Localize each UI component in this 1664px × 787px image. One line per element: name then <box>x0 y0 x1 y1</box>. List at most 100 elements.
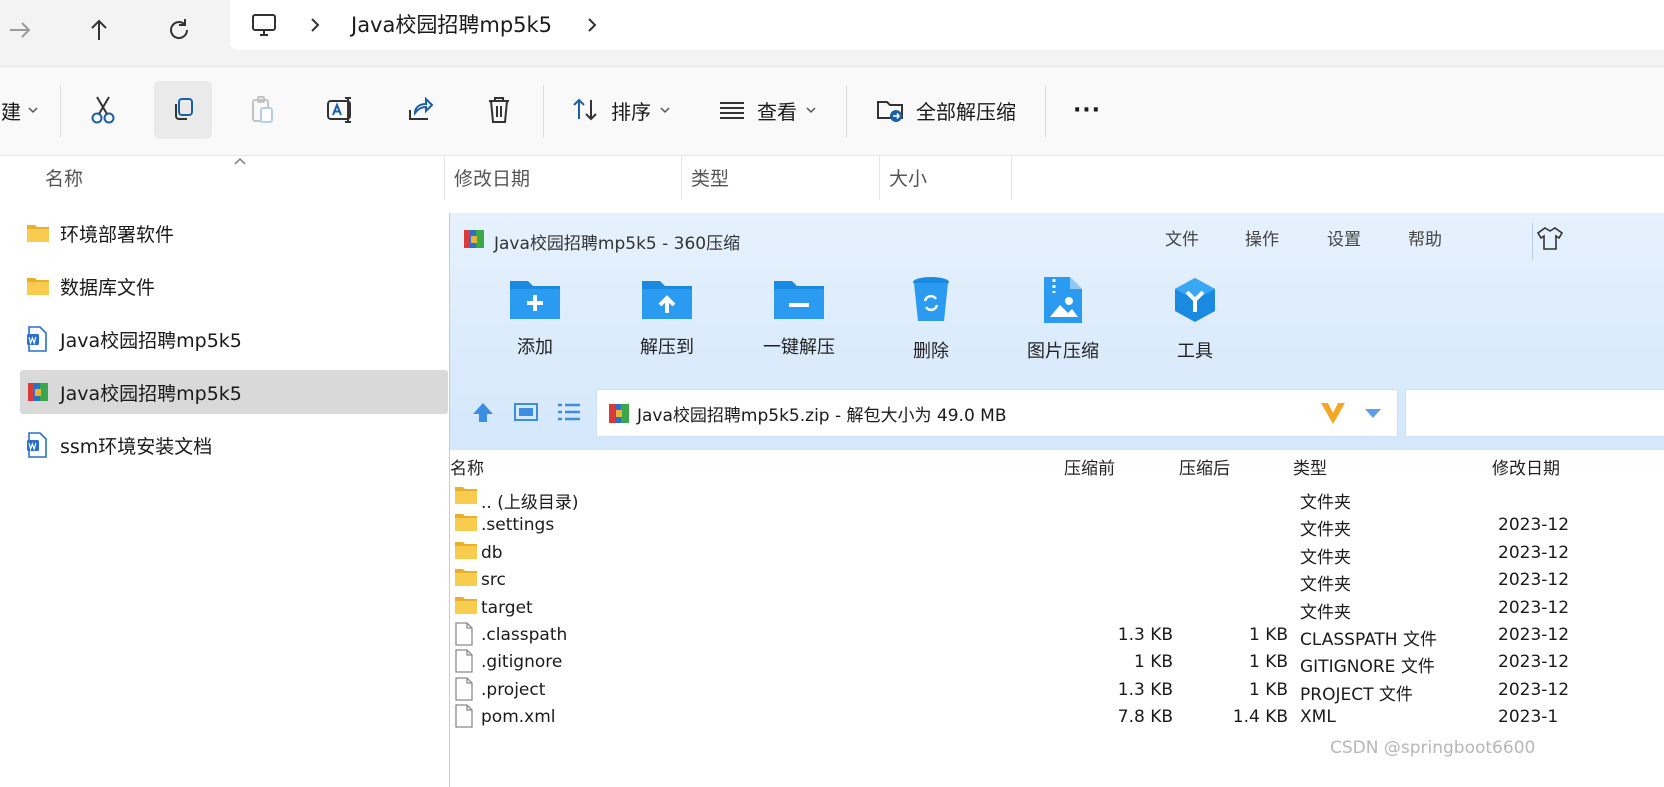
menu-help[interactable]: 帮助 <box>1408 225 1442 250</box>
zip-delete-button[interactable]: 删除 <box>881 275 981 363</box>
one-click-extract-button[interactable]: 一键解压 <box>749 275 849 359</box>
scissors-icon <box>91 96 115 124</box>
extract-to-label: 解压到 <box>640 337 694 358</box>
delete-button[interactable] <box>470 81 528 139</box>
arrow-up-icon <box>91 19 107 40</box>
zip-col-name[interactable]: 名称 <box>450 454 484 479</box>
zip-title: Java校园招聘mp5k5 - 360压缩 <box>494 234 741 254</box>
file-icon <box>454 677 474 706</box>
chevron-down-icon <box>28 107 38 114</box>
zip-row-date: 2023-12 <box>1498 679 1570 700</box>
new-button[interactable]: 建 <box>0 81 40 139</box>
zip-col-before[interactable]: 压缩前 <box>1064 454 1115 479</box>
zip-row[interactable]: pom.xml 7.8 KB 1.4 KB XML 2023-1 <box>450 704 1664 731</box>
zip-row-date: 2023-12 <box>1498 652 1570 673</box>
zip-row[interactable]: .settings 文件夹 2023-12 <box>450 512 1664 540</box>
tools-cube-icon <box>1175 278 1215 322</box>
clipboard-icon <box>252 96 273 123</box>
menu-file[interactable]: 文件 <box>1165 225 1199 250</box>
address-bar: Java校园招聘mp5k5 <box>0 0 1664 67</box>
col-name[interactable]: 名称 <box>45 156 83 202</box>
image-file-icon <box>1044 277 1082 323</box>
zip-archive-icon <box>609 404 629 423</box>
zip-header: Java校园招聘mp5k5 - 360压缩 文件 操作 设置 帮助 添加 解压到… <box>450 213 1664 450</box>
zip-row-before: 7.8 KB <box>1117 707 1173 728</box>
add-button[interactable]: 添加 <box>485 275 585 359</box>
file-icon <box>454 649 474 678</box>
word-doc-icon <box>26 432 52 458</box>
file-name: ssm环境安装文档 <box>60 435 213 458</box>
folder-icon <box>454 485 478 510</box>
chevron-down-icon <box>660 107 670 114</box>
zip-row[interactable]: .gitignore 1 KB 1 KB GITIGNORE 文件 2023-12 <box>450 649 1664 678</box>
zip-col-date[interactable]: 修改日期 <box>1492 454 1560 479</box>
zip-archive-icon <box>464 230 484 248</box>
zip-path-text: Java校园招聘mp5k5.zip - 解包大小为 49.0 MB <box>637 405 1007 426</box>
folder-icon <box>454 595 478 620</box>
zip-row-date: 2023-1 <box>1498 707 1559 728</box>
zip-path-box[interactable]: Java校园招聘mp5k5.zip - 解包大小为 49.0 MB <box>596 389 1398 437</box>
sort-icon <box>573 98 597 121</box>
zip-col-after[interactable]: 压缩后 <box>1179 454 1230 479</box>
zip-row[interactable]: .project 1.3 KB 1 KB PROJECT 文件 2023-12 <box>450 677 1664 706</box>
command-bar: 建 排序 查看 全部解压缩 ··· <box>0 67 1664 156</box>
zip-row-name: pom.xml <box>481 707 556 728</box>
image-compress-button[interactable]: 图片压缩 <box>1013 275 1113 363</box>
col-modified[interactable]: 修改日期 <box>454 156 530 202</box>
one-click-extract-label: 一键解压 <box>763 337 835 358</box>
zip-row-type: 文件夹 <box>1300 493 1351 513</box>
more-button[interactable]: ··· <box>1060 81 1114 139</box>
file-row[interactable]: Java校园招聘mp5k5 <box>20 317 448 361</box>
zip-row[interactable]: src 文件夹 2023-12 <box>450 567 1664 595</box>
zip-delete-label: 删除 <box>913 341 949 362</box>
rename-button[interactable] <box>312 81 370 139</box>
thumbnail-view-icon <box>514 403 538 421</box>
breadcrumb-folder[interactable]: Java校园招聘mp5k5 <box>351 0 552 50</box>
extract-all-button[interactable]: 全部解压缩 <box>870 81 1022 139</box>
file-row[interactable]: 环境部署软件 <box>20 211 448 255</box>
col-type[interactable]: 类型 <box>691 156 729 202</box>
zip-row-type: PROJECT 文件 <box>1300 684 1413 705</box>
zip-row-name: .classpath <box>481 625 568 645</box>
add-label: 添加 <box>517 337 553 358</box>
cut-button[interactable] <box>74 81 132 139</box>
zip-row[interactable]: .classpath 1.3 KB 1 KB CLASSPATH 文件 2023-12 <box>450 622 1664 650</box>
up-button[interactable] <box>79 10 119 50</box>
zip-search-box[interactable] <box>1405 389 1664 437</box>
refresh-button[interactable] <box>159 10 199 50</box>
copy-icon <box>175 98 193 120</box>
zip-row[interactable]: .. (上级目录) 文件夹 <box>450 485 1664 513</box>
copy-button[interactable] <box>154 81 212 139</box>
file-row[interactable]: 数据库文件 <box>20 264 448 308</box>
file-name: 环境部署软件 <box>60 223 175 246</box>
menu-settings[interactable]: 设置 <box>1327 225 1361 250</box>
zip-row-type: CLASSPATH 文件 <box>1300 630 1437 650</box>
col-size[interactable]: 大小 <box>889 156 927 202</box>
zip-row-date: 2023-12 <box>1498 542 1570 563</box>
chevron-right-icon <box>311 18 320 32</box>
menu-operation[interactable]: 操作 <box>1245 225 1279 250</box>
file-row[interactable]: ssm环境安装文档 <box>20 423 448 467</box>
zip-row-date: 2023-12 <box>1498 515 1570 536</box>
zip-row-name: target <box>481 597 533 618</box>
share-button[interactable] <box>391 81 449 139</box>
address-box[interactable]: Java校园招聘mp5k5 <box>230 0 1664 50</box>
computer-icon <box>252 14 276 36</box>
folder-icon <box>26 273 52 299</box>
zip-archive-icon <box>26 379 52 405</box>
recycle-bin-icon <box>913 277 949 321</box>
forward-button[interactable] <box>0 10 40 50</box>
chevron-down-icon <box>806 107 816 114</box>
zip-row-after: 1 KB <box>1248 652 1288 673</box>
zip-col-type[interactable]: 类型 <box>1293 454 1327 479</box>
chevron-right-icon <box>588 18 597 32</box>
view-button[interactable]: 查看 <box>712 81 822 139</box>
zip-row[interactable]: db 文件夹 2023-12 <box>450 540 1664 568</box>
tools-button[interactable]: 工具 <box>1145 275 1245 363</box>
extract-to-button[interactable]: 解压到 <box>617 275 717 359</box>
watermark: CSDN @springboot6600 <box>1330 738 1536 758</box>
zip-row[interactable]: target 文件夹 2023-12 <box>450 595 1664 623</box>
file-row[interactable]: Java校园招聘mp5k5 <box>20 370 448 414</box>
sort-button[interactable]: 排序 <box>566 81 676 139</box>
paste-button[interactable] <box>233 81 291 139</box>
